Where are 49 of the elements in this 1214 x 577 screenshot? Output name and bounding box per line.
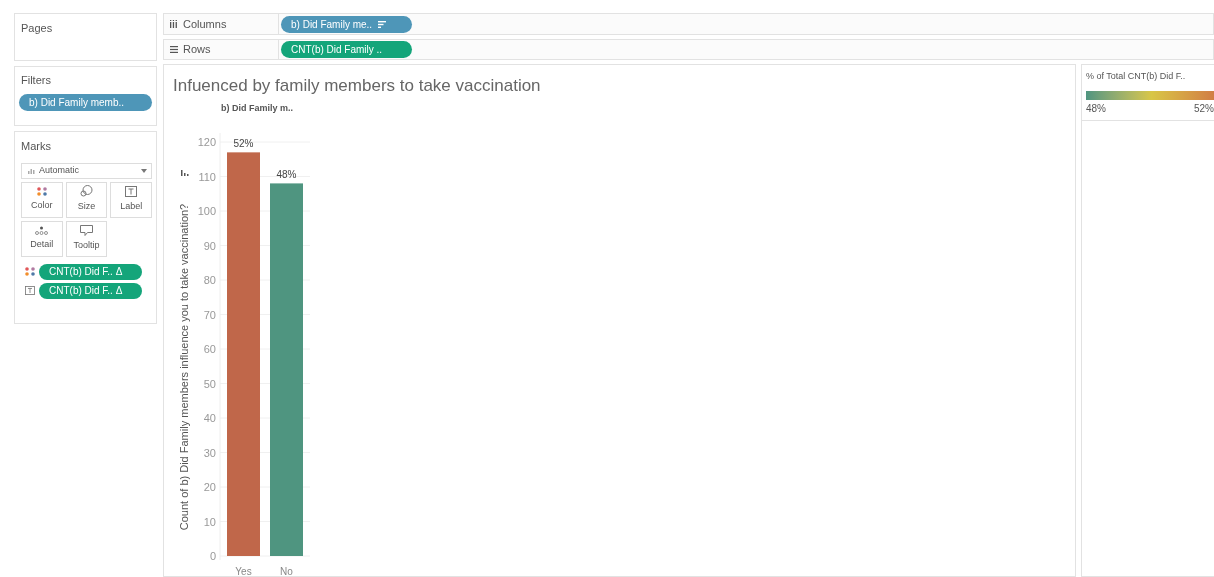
text-label-icon: [125, 185, 138, 197]
bar-value-label: 52%: [233, 138, 254, 150]
columns-pill-label: b) Did Family me..: [291, 17, 373, 32]
x-category-label: Yes: [235, 566, 252, 577]
bar-value-label: 48%: [276, 169, 297, 181]
y-tick-label: 0: [209, 550, 216, 562]
caret-icon: [141, 168, 147, 173]
y-tick-label: 40: [203, 412, 216, 424]
size-mark-button[interactable]: Size: [65, 181, 108, 218]
detail-dots-icon: [35, 225, 49, 235]
tooltip-icon: [80, 224, 93, 236]
marks-title: Marks: [21, 139, 52, 154]
pages-title: Pages: [21, 21, 54, 36]
detail-mark-button[interactable]: Detail: [21, 220, 63, 257]
y-axis-title: Count of b) Did Family members influence you to take vaccination?: [178, 203, 190, 531]
x-category-label: No: [280, 566, 293, 577]
columns-icon: [170, 20, 177, 28]
y-tick-label: 70: [203, 308, 216, 321]
color-mark-button[interactable]: Color: [21, 181, 63, 218]
legend-max-label: 52%: [1194, 101, 1214, 116]
y-tick-label: 100: [197, 205, 216, 217]
y-tick-label: 30: [203, 446, 216, 459]
legend-title: % of Total CNT(b) Did F..: [1086, 70, 1187, 83]
label-encoding-icon: [25, 286, 35, 295]
rows-label: Rows: [183, 42, 211, 58]
y-tick-label: 10: [203, 515, 216, 528]
column-header: b) Did Family m..: [221, 102, 293, 115]
y-tick-label: 80: [203, 274, 216, 286]
filters-title: Filters: [20, 73, 52, 88]
y-tick-label: 120: [197, 136, 216, 148]
y-tick-label: 20: [203, 481, 216, 493]
legend-min-label: 48%: [1086, 101, 1106, 116]
columns-label: Columns: [183, 16, 227, 32]
y-tick-label: 50: [203, 377, 216, 390]
mark-type-label: Automatic: [39, 163, 81, 177]
y-tick-label: 90: [203, 239, 216, 252]
color-encoding-icon: [25, 267, 35, 276]
rows-icon: [170, 46, 178, 53]
bar-chart-icon: [28, 167, 35, 174]
y-tick-label: 60: [203, 343, 216, 355]
label-mark-button[interactable]: Label: [110, 181, 152, 218]
size-icon: [80, 185, 93, 198]
tooltip-mark-button[interactable]: Tooltip: [65, 220, 108, 257]
color-dots-icon: [36, 186, 47, 196]
y-tick-label: 110: [198, 170, 216, 183]
view-title: Infuenced by family members to take vaccination: [173, 75, 541, 97]
sort-icon: [378, 20, 387, 28]
mark-type-dropdown[interactable]: Automatic: [21, 162, 152, 179]
axis-chart-icon: [181, 170, 189, 176]
